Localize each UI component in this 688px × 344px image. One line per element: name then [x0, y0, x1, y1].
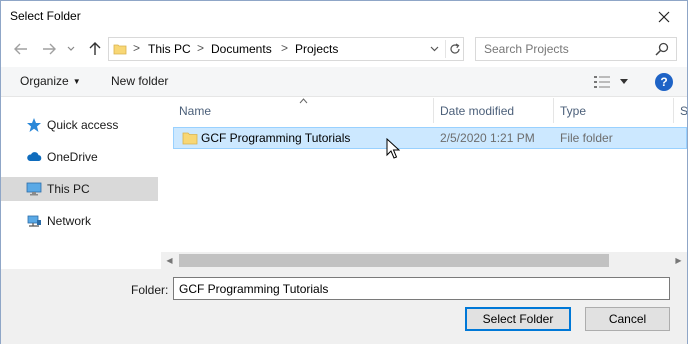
- folder-icon: [182, 132, 198, 145]
- cancel-button[interactable]: Cancel: [585, 307, 670, 331]
- folder-field-label: Folder:: [131, 283, 169, 297]
- star-icon: [27, 118, 41, 132]
- caret-down-icon: ▼: [72, 77, 81, 86]
- scrollbar-thumb[interactable]: [179, 254, 609, 267]
- cloud-icon: [27, 152, 42, 161]
- computer-icon: [26, 182, 42, 196]
- up-button[interactable]: [86, 39, 104, 59]
- folder-name-field[interactable]: [173, 277, 670, 300]
- column-header-size[interactable]: Si: [674, 98, 687, 123]
- mouse-cursor-icon: [386, 138, 400, 159]
- chevron-down-icon: [67, 46, 75, 51]
- details-view-icon: [594, 76, 610, 88]
- nav-label: Quick access: [47, 118, 119, 132]
- address-history-button[interactable]: [425, 40, 443, 58]
- back-arrow-icon: [14, 43, 27, 55]
- forward-button[interactable]: [40, 39, 58, 59]
- dialog-footer: Folder: Select Folder Cancel: [1, 269, 687, 344]
- file-name: GCF Programming Tutorials: [201, 131, 351, 145]
- refresh-icon: [449, 43, 460, 54]
- file-date-modified: 2/5/2020 1:21 PM: [440, 131, 535, 145]
- nav-item-this-pc[interactable]: This PC: [1, 177, 158, 201]
- search-icon[interactable]: [654, 41, 670, 57]
- search-box[interactable]: Search Projects: [475, 37, 677, 61]
- column-header-type[interactable]: Type: [554, 98, 674, 123]
- nav-label: This PC: [47, 182, 90, 196]
- new-folder-button[interactable]: New folder: [111, 74, 168, 88]
- nav-label: Network: [47, 214, 92, 228]
- column-header-name[interactable]: Name: [161, 98, 434, 123]
- breadcrumb-separator: >: [133, 41, 141, 55]
- column-label: Type: [560, 104, 587, 118]
- breadcrumb-projects[interactable]: Projects: [295, 42, 338, 56]
- close-icon: [658, 11, 670, 22]
- breadcrumb-separator: >: [281, 41, 289, 55]
- title-bar: Select Folder: [1, 1, 687, 33]
- column-label: Name: [179, 104, 212, 118]
- nav-label: OneDrive: [47, 150, 98, 164]
- dialog-title: Select Folder: [10, 9, 81, 23]
- breadcrumb-separator: >: [197, 41, 205, 55]
- address-row: > This PC > Documents > Projects Search …: [1, 35, 687, 63]
- file-list: Name Date modified Type Si GCF Programmi…: [161, 98, 687, 268]
- organize-button[interactable]: Organize ▼: [20, 74, 81, 88]
- nav-item-quick-access[interactable]: Quick access: [1, 113, 158, 137]
- column-header-date-modified[interactable]: Date modified: [434, 98, 554, 123]
- horizontal-scrollbar[interactable]: ◀ ▶: [161, 252, 687, 269]
- breadcrumb-this-pc[interactable]: This PC: [148, 42, 191, 56]
- folder-icon: [113, 44, 127, 55]
- file-type: File folder: [560, 131, 613, 145]
- address-bar[interactable]: > This PC > Documents > Projects: [108, 37, 464, 61]
- column-label: Date modified: [440, 104, 515, 118]
- organize-label: Organize: [20, 74, 69, 88]
- forward-arrow-icon: [43, 43, 56, 55]
- network-icon: [27, 215, 41, 227]
- scroll-right-button[interactable]: ▶: [670, 252, 687, 269]
- caret-down-icon: [620, 79, 628, 84]
- command-bar: Organize ▼ New folder ?: [1, 67, 687, 97]
- close-button[interactable]: [641, 1, 687, 32]
- select-folder-dialog: Select Folder > This PC > Documents > Pr…: [0, 0, 688, 344]
- select-folder-button[interactable]: Select Folder: [465, 307, 571, 331]
- nav-item-onedrive[interactable]: OneDrive: [1, 145, 158, 169]
- nav-item-network[interactable]: Network: [1, 209, 158, 233]
- up-arrow-icon: [89, 42, 101, 55]
- change-view-button[interactable]: [593, 73, 633, 91]
- chevron-down-icon: [430, 46, 438, 52]
- navigation-pane: Quick access OneDrive This PC Network: [1, 98, 161, 268]
- refresh-button[interactable]: [445, 40, 463, 58]
- scroll-left-button[interactable]: ◀: [161, 252, 178, 269]
- file-row[interactable]: GCF Programming Tutorials 2/5/2020 1:21 …: [173, 127, 687, 149]
- search-placeholder[interactable]: Search Projects: [484, 42, 569, 56]
- breadcrumb-documents[interactable]: Documents: [211, 42, 272, 56]
- recent-locations-button[interactable]: [65, 39, 77, 59]
- back-button[interactable]: [12, 39, 30, 59]
- column-label: Si: [680, 104, 687, 118]
- sort-ascending-icon: [299, 98, 308, 104]
- help-button[interactable]: ?: [655, 73, 673, 91]
